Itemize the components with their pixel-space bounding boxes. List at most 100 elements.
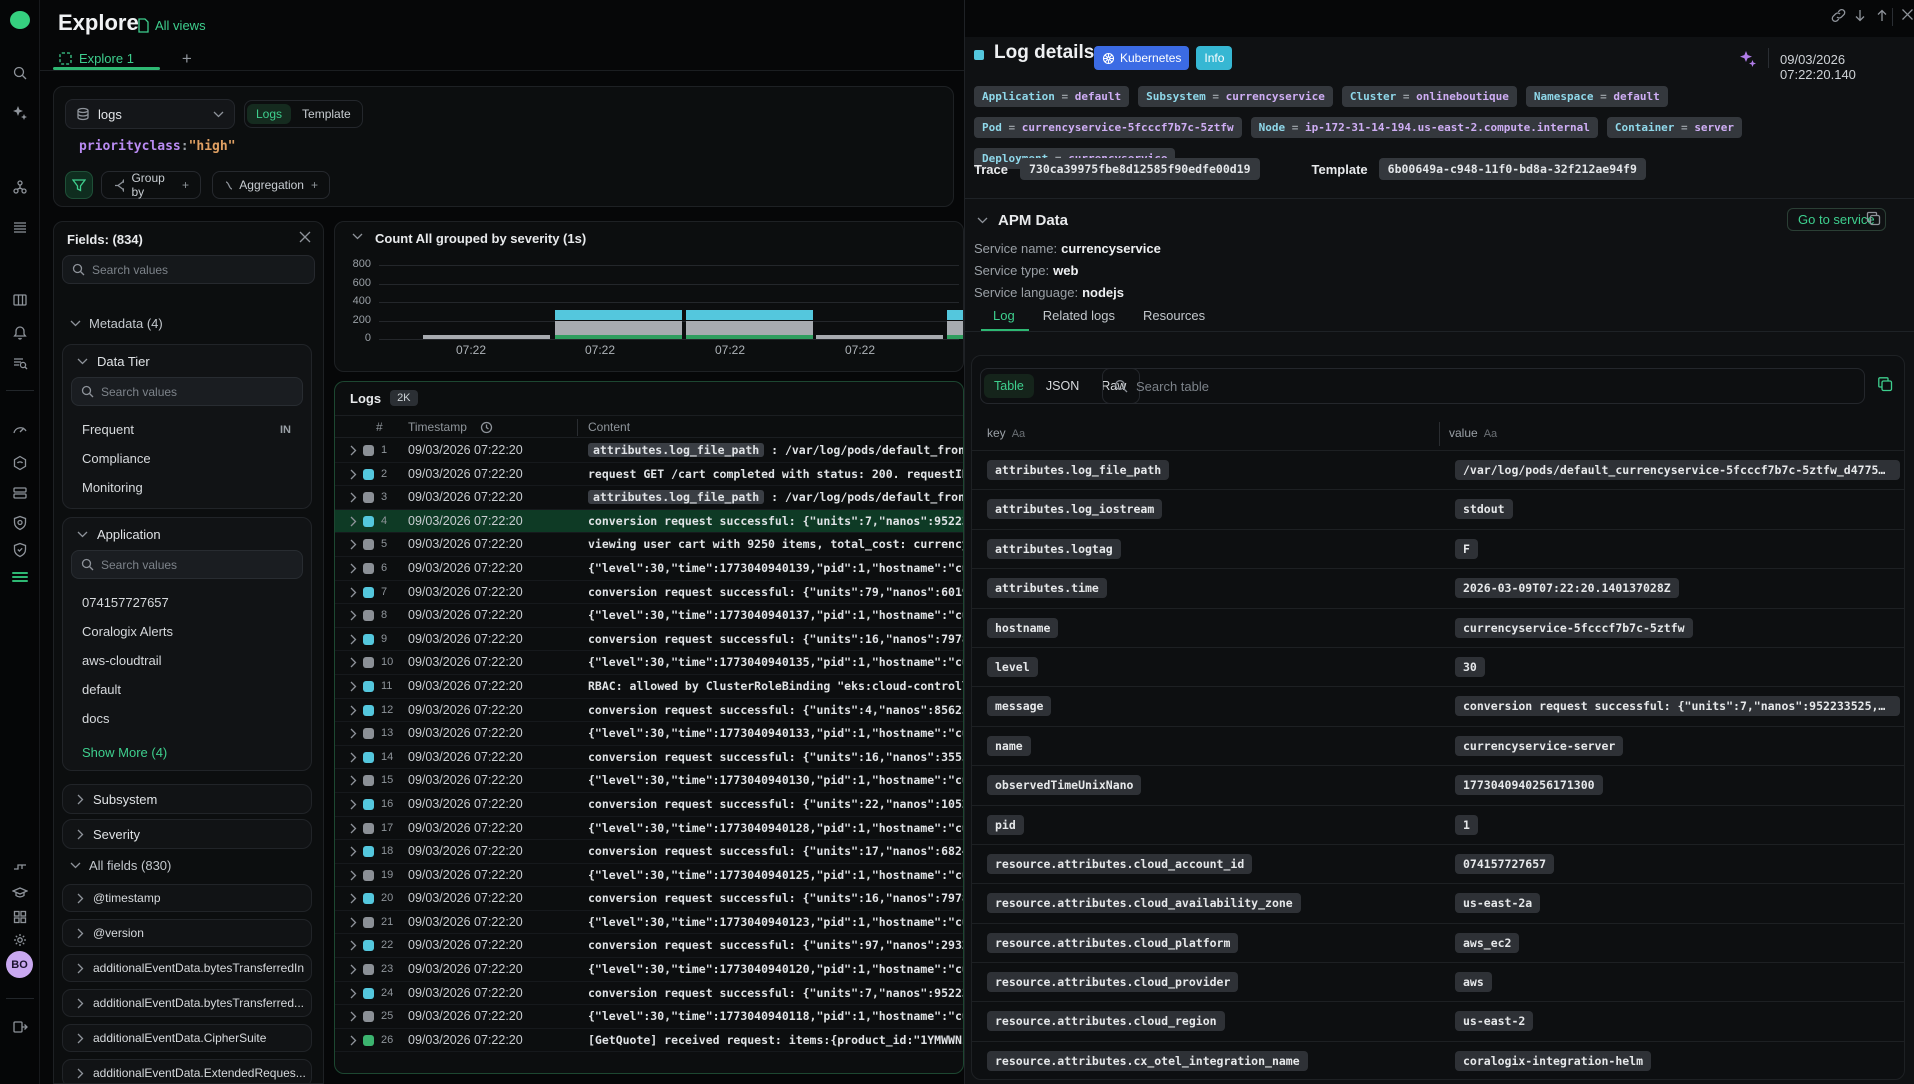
- metadata-chip[interactable]: Pod = currencyservice-5fcccf7b7c-5ztfw: [974, 117, 1242, 138]
- bar-segment-green[interactable]: [686, 335, 813, 339]
- tab-explore-1[interactable]: Explore 1: [53, 48, 140, 69]
- kv-row[interactable]: resource.attributes.cloud_availability_z…: [972, 883, 1904, 922]
- log-row[interactable]: 18 09/03/2026 07:22:20 conversion reques…: [335, 840, 963, 864]
- expand-chevron-icon[interactable]: [350, 469, 357, 480]
- kv-value[interactable]: currencyservice-5fcccf7b7c-5ztfw: [1455, 618, 1693, 638]
- kv-key[interactable]: resource.attributes.cloud_region: [987, 1011, 1225, 1031]
- field-item[interactable]: additionalEventData.bytesTransferredIn: [62, 954, 312, 982]
- hexagon-icon[interactable]: [9, 452, 31, 474]
- field-group-collapsed[interactable]: Subsystem: [62, 784, 312, 814]
- expand-chevron-icon[interactable]: [350, 587, 357, 598]
- field-value-item[interactable]: aws-cloudtrail: [63, 646, 311, 675]
- expand-chevron-icon[interactable]: [350, 964, 357, 975]
- query-input[interactable]: priorityclass:"high": [79, 139, 236, 154]
- column-divider[interactable]: [577, 419, 578, 436]
- apps-grid-icon[interactable]: [9, 906, 31, 928]
- field-chip[interactable]: attributes.log_file_path: [588, 490, 764, 504]
- add-tab-button[interactable]: +: [182, 49, 192, 69]
- bar-segment-gray[interactable]: [555, 321, 682, 336]
- arrow-down-icon[interactable]: [1853, 8, 1867, 23]
- field-group-collapsed[interactable]: Severity: [62, 819, 312, 849]
- case-sensitivity-icon[interactable]: Aa: [1484, 428, 1497, 440]
- livetail-icon[interactable]: [9, 419, 31, 441]
- collapse-exit-icon[interactable]: [9, 1016, 31, 1038]
- log-row[interactable]: 14 09/03/2026 07:22:20 conversion reques…: [335, 746, 963, 770]
- log-row[interactable]: 13 09/03/2026 07:22:20 {"level":30,"time…: [335, 722, 963, 746]
- filter-button[interactable]: [65, 171, 93, 199]
- log-row[interactable]: 9 09/03/2026 07:22:20 conversion request…: [335, 628, 963, 652]
- expand-chevron-icon[interactable]: [350, 988, 357, 999]
- expand-chevron-icon[interactable]: [350, 752, 357, 763]
- expand-chevron-icon[interactable]: [350, 705, 357, 716]
- kv-value[interactable]: aws_ec2: [1455, 933, 1519, 953]
- dashboards-icon[interactable]: [9, 289, 31, 311]
- log-row[interactable]: 16 09/03/2026 07:22:20 conversion reques…: [335, 793, 963, 817]
- apm-section-header[interactable]: APM Data: [977, 212, 1068, 229]
- gear-icon[interactable]: [9, 929, 31, 951]
- field-value-item[interactable]: Compliance: [63, 444, 311, 473]
- log-row[interactable]: 26 09/03/2026 07:22:20 [GetQuote] receiv…: [335, 1029, 963, 1053]
- field-item[interactable]: additionalEventData.ExtendedReques...: [62, 1059, 312, 1084]
- expand-chevron-icon[interactable]: [350, 870, 357, 881]
- kv-key[interactable]: resource.attributes.cloud_platform: [987, 933, 1238, 953]
- expand-chevron-icon[interactable]: [350, 657, 357, 668]
- copy-icon[interactable]: [1877, 376, 1893, 392]
- metadata-chip[interactable]: Application = default: [974, 86, 1129, 107]
- ai-sparkles-icon[interactable]: [1739, 50, 1757, 68]
- log-row[interactable]: 6 09/03/2026 07:22:20 {"level":30,"time"…: [335, 557, 963, 581]
- kv-row[interactable]: pid 1: [972, 805, 1904, 844]
- link-icon[interactable]: [1831, 8, 1846, 23]
- log-row[interactable]: 20 09/03/2026 07:22:20 conversion reques…: [335, 887, 963, 911]
- log-row[interactable]: 25 09/03/2026 07:22:20 {"level":30,"time…: [335, 1005, 963, 1029]
- log-row[interactable]: 11 09/03/2026 07:22:20 RBAC: allowed by …: [335, 675, 963, 699]
- kv-row[interactable]: attributes.log_file_path /var/log/pods/d…: [972, 450, 1904, 489]
- kv-key-header[interactable]: keyAa: [987, 426, 1025, 440]
- close-icon[interactable]: [299, 231, 311, 243]
- logs-active-icon[interactable]: [9, 566, 31, 588]
- view-mode-option[interactable]: JSON: [1036, 374, 1089, 398]
- metadata-chip[interactable]: Node = ip-172-31-14-194.us-east-2.comput…: [1251, 117, 1598, 138]
- expand-chevron-icon[interactable]: [350, 539, 357, 550]
- expand-chevron-icon[interactable]: [350, 1035, 357, 1046]
- shield-target-icon[interactable]: [9, 512, 31, 534]
- expand-chevron-icon[interactable]: [350, 940, 357, 951]
- log-row[interactable]: 19 09/03/2026 07:22:20 {"level":30,"time…: [335, 864, 963, 888]
- field-value-item[interactable]: docs: [63, 704, 311, 733]
- close-icon[interactable]: [1901, 8, 1914, 21]
- expand-chevron-icon[interactable]: [350, 846, 357, 857]
- log-row[interactable]: 21 09/03/2026 07:22:20 {"level":30,"time…: [335, 911, 963, 935]
- kv-key[interactable]: resource.attributes.cloud_account_id: [987, 854, 1252, 874]
- all-views-link[interactable]: All views: [137, 18, 206, 33]
- metadata-chip[interactable]: Container = server: [1607, 117, 1742, 138]
- bar-segment-cyan[interactable]: [947, 310, 964, 320]
- expand-chevron-icon[interactable]: [350, 917, 357, 928]
- expand-chevron-icon[interactable]: [350, 516, 357, 527]
- kv-key[interactable]: hostname: [987, 618, 1058, 638]
- kv-key[interactable]: message: [987, 696, 1051, 716]
- kv-value[interactable]: 2026-03-09T07:22:20.140137028Z: [1455, 578, 1679, 598]
- metadata-chip[interactable]: Subsystem = currencyservice: [1138, 86, 1333, 107]
- kv-key[interactable]: name: [987, 736, 1031, 756]
- trace-id[interactable]: 730ca39975fbe8d12585f90edfe00d19: [1020, 158, 1260, 180]
- kv-key[interactable]: pid: [987, 815, 1024, 835]
- log-row[interactable]: 23 09/03/2026 07:22:20 {"level":30,"time…: [335, 958, 963, 982]
- expand-chevron-icon[interactable]: [350, 775, 357, 786]
- kv-row[interactable]: resource.attributes.cloud_platform aws_e…: [972, 923, 1904, 962]
- kv-row[interactable]: level 30: [972, 647, 1904, 686]
- kv-column-divider[interactable]: [1439, 422, 1440, 446]
- log-type-badge[interactable]: Kubernetes: [1094, 46, 1189, 70]
- log-row[interactable]: 8 09/03/2026 07:22:20 {"level":30,"time"…: [335, 604, 963, 628]
- log-row[interactable]: 7 09/03/2026 07:22:20 conversion request…: [335, 581, 963, 605]
- log-row[interactable]: 2 09/03/2026 07:22:20 request GET /cart …: [335, 463, 963, 487]
- copy-icon[interactable]: [1866, 211, 1881, 226]
- expand-chevron-icon[interactable]: [350, 445, 357, 456]
- kv-row[interactable]: hostname currencyservice-5fcccf7b7c-5ztf…: [972, 608, 1904, 647]
- log-row[interactable]: 22 09/03/2026 07:22:20 conversion reques…: [335, 934, 963, 958]
- kv-row[interactable]: attributes.time 2026-03-09T07:22:20.1401…: [972, 568, 1904, 607]
- kv-value[interactable]: 30: [1455, 657, 1485, 677]
- log-row[interactable]: 17 09/03/2026 07:22:20 {"level":30,"time…: [335, 817, 963, 841]
- expand-chevron-icon[interactable]: [350, 610, 357, 621]
- kv-key[interactable]: resource.attributes.cloud_availability_z…: [987, 893, 1301, 913]
- kv-value[interactable]: 1773040940256171300: [1455, 775, 1603, 795]
- coralogix-logo-icon[interactable]: [9, 9, 31, 31]
